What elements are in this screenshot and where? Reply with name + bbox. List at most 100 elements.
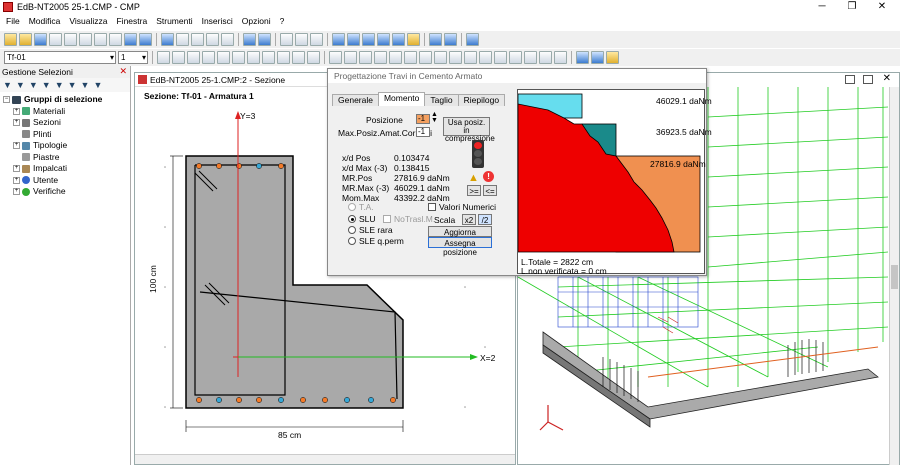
rebar-tool-16-icon[interactable]	[554, 51, 567, 64]
menu-modifica[interactable]: Modifica	[29, 16, 61, 26]
menu-strumenti[interactable]: Strumenti	[156, 16, 192, 26]
rebar-tool-7-icon[interactable]	[419, 51, 432, 64]
layers-icon[interactable]	[429, 33, 442, 46]
scale-half-button[interactable]: /2	[478, 214, 492, 225]
section-tool-2-icon[interactable]	[172, 51, 185, 64]
zoom-prev-icon[interactable]	[392, 33, 405, 46]
save-icon[interactable]	[34, 33, 47, 46]
tree-item-materiali[interactable]: + Materiali	[3, 106, 130, 118]
section-tool-11-icon[interactable]	[307, 51, 320, 64]
copy-icon[interactable]	[79, 33, 92, 46]
new-file-icon[interactable]	[4, 33, 17, 46]
section-hscrollbar[interactable]	[135, 454, 515, 464]
tree-item-sezioni[interactable]: + Sezioni	[3, 117, 130, 129]
section-tool-8-icon[interactable]	[262, 51, 275, 64]
filter-and-icon[interactable]: ▼	[42, 80, 51, 90]
rebar-tool-12-icon[interactable]	[494, 51, 507, 64]
scale-x2-button[interactable]: x2	[462, 214, 476, 225]
menu-inserisci[interactable]: Inserisci	[202, 16, 233, 26]
rebar-tool-6-icon[interactable]	[404, 51, 417, 64]
section-tool-7-icon[interactable]	[247, 51, 260, 64]
menu-help[interactable]: ?	[280, 16, 285, 26]
cut-icon[interactable]	[64, 33, 77, 46]
ta-radio[interactable]	[348, 203, 356, 211]
filter-icon[interactable]: ▼	[3, 80, 12, 90]
section-combo[interactable]: Tf-01	[4, 51, 116, 64]
tree-item-impalcati[interactable]: + Impalcati	[3, 163, 130, 175]
view-tool-2-icon[interactable]	[591, 51, 604, 64]
redo-icon[interactable]	[139, 33, 152, 46]
maximize-button[interactable]: ❐	[838, 0, 866, 14]
zoom-out-icon[interactable]	[347, 33, 360, 46]
tree-root[interactable]: − Gruppi di selezione	[3, 94, 130, 106]
section-tool-5-icon[interactable]	[217, 51, 230, 64]
ge-button[interactable]: >=	[467, 185, 481, 196]
rebar-tool-11-icon[interactable]	[479, 51, 492, 64]
rebar-tool-14-icon[interactable]	[524, 51, 537, 64]
house-icon[interactable]	[221, 33, 234, 46]
rebar-tool-5-icon[interactable]	[389, 51, 402, 64]
wall-icon[interactable]	[191, 33, 204, 46]
tree-item-tipologie[interactable]: + Tipologie	[3, 140, 130, 152]
rebar-tool-13-icon[interactable]	[509, 51, 522, 64]
tree-item-verifiche[interactable]: + Verifiche	[3, 186, 130, 198]
close-panel-icon[interactable]: ✕	[119, 66, 127, 77]
use-compression-button[interactable]: Usa posiz. in compressione	[443, 117, 495, 143]
grid-icon[interactable]	[161, 33, 174, 46]
view-tool-3-icon[interactable]	[606, 51, 619, 64]
zoom-in-icon[interactable]	[332, 33, 345, 46]
filter-or-icon[interactable]: ▼	[55, 80, 64, 90]
filter-not-icon[interactable]: ▼	[68, 80, 77, 90]
model-vscrollbar[interactable]	[889, 87, 899, 465]
rebar-tool-1-icon[interactable]	[329, 51, 342, 64]
slu-radio[interactable]	[348, 215, 356, 223]
rebar-tool-3-icon[interactable]	[359, 51, 372, 64]
tab-riepilogo[interactable]: Riepilogo	[457, 94, 506, 106]
tree-item-utente[interactable]: + Utente	[3, 175, 130, 187]
section-tool-10-icon[interactable]	[292, 51, 305, 64]
tab-generale[interactable]: Generale	[332, 94, 379, 106]
tab-taglio[interactable]: Taglio	[424, 94, 459, 106]
menu-file[interactable]: File	[6, 16, 20, 26]
monitor-icon[interactable]	[243, 33, 256, 46]
rebar-tool-9-icon[interactable]	[449, 51, 462, 64]
layout-icon[interactable]	[258, 33, 271, 46]
number-combo[interactable]: 1	[118, 51, 148, 64]
section-tool-1-icon[interactable]	[157, 51, 170, 64]
filter-add-icon[interactable]: ▼	[16, 80, 25, 90]
tab-momento[interactable]: Momento	[377, 92, 426, 106]
filter-clear-icon[interactable]: ▼	[81, 80, 90, 90]
zoom-all-icon[interactable]	[377, 33, 390, 46]
valori-numerici-checkbox[interactable]	[428, 203, 436, 211]
section-tool-3-icon[interactable]	[187, 51, 200, 64]
section-tool-9-icon[interactable]	[277, 51, 290, 64]
sle-qperm-radio[interactable]	[348, 237, 356, 245]
model-restore-button[interactable]	[863, 75, 873, 84]
rebar-tool-2-icon[interactable]	[344, 51, 357, 64]
max-posizione-input[interactable]: -1	[416, 127, 430, 137]
menu-visualizza[interactable]: Visualizza	[69, 16, 107, 26]
fit-icon[interactable]	[310, 33, 323, 46]
model-close-button[interactable]: ✕	[883, 73, 891, 84]
tree-item-piastre[interactable]: Piastre	[3, 152, 130, 164]
filter-reset-icon[interactable]: ▼	[93, 80, 102, 90]
open-folder-icon[interactable]	[19, 33, 32, 46]
beam-icon[interactable]	[206, 33, 219, 46]
menu-opzioni[interactable]: Opzioni	[242, 16, 271, 26]
print-icon[interactable]	[49, 33, 62, 46]
rebar-tool-4-icon[interactable]	[374, 51, 387, 64]
tree-item-plinti[interactable]: Plinti	[3, 129, 130, 141]
zoom-window-icon[interactable]	[362, 33, 375, 46]
posizione-input[interactable]: -1	[416, 114, 430, 124]
frame-icon[interactable]	[176, 33, 189, 46]
minimize-button[interactable]: ─	[808, 0, 836, 14]
sle-rara-radio[interactable]	[348, 226, 356, 234]
le-button[interactable]: <=	[483, 185, 497, 196]
view-tool-1-icon[interactable]	[576, 51, 589, 64]
close-button[interactable]: ✕	[868, 0, 896, 14]
select-mode-icon[interactable]	[466, 33, 479, 46]
paste-icon[interactable]	[94, 33, 107, 46]
undo-icon[interactable]	[124, 33, 137, 46]
redraw-icon[interactable]	[444, 33, 457, 46]
rebar-tool-8-icon[interactable]	[434, 51, 447, 64]
